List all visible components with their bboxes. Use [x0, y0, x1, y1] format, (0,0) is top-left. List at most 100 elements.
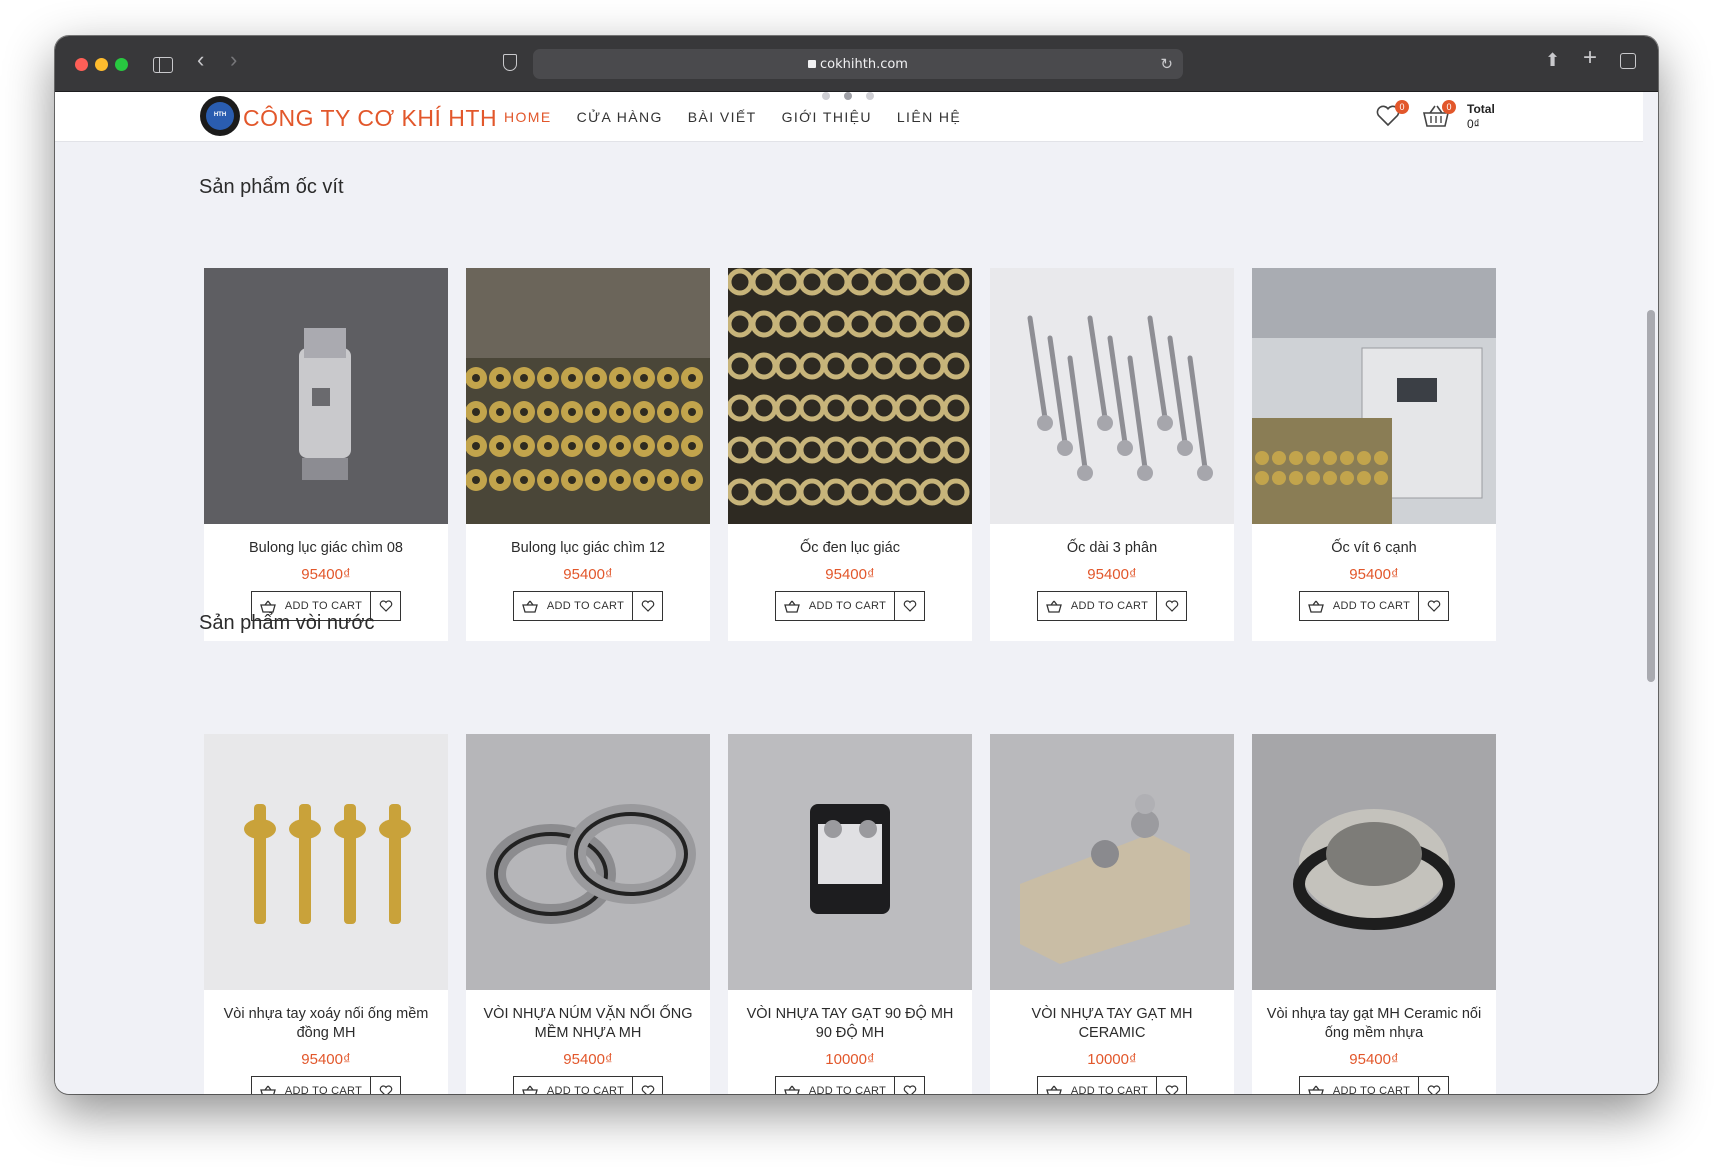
sidebar-toggle-icon[interactable] — [153, 57, 173, 73]
product-card[interactable]: Ốc đen lục giác 95400₫ ADD TO CART — [728, 268, 972, 641]
product-card[interactable]: VÒI NHỰA TAY GẠT MH CERAMIC 10000₫ ADD TO … — [990, 734, 1234, 1094]
product-card[interactable]: Vòi nhựa tay gạt MH Ceramic nối ống mềm … — [1252, 734, 1496, 1094]
heart-icon — [1427, 1085, 1440, 1094]
add-to-wishlist-button[interactable] — [895, 1076, 926, 1094]
add-to-wishlist-button[interactable] — [371, 1076, 402, 1094]
product-name[interactable]: Vòi nhựa tay gạt MH Ceramic nối ống mềm … — [1252, 1005, 1496, 1043]
minimize-window-button[interactable] — [95, 58, 108, 71]
add-to-cart-label: ADD TO CART — [1332, 1085, 1411, 1094]
add-to-cart-button[interactable]: ADD TO CART — [774, 1076, 896, 1094]
product-image[interactable] — [466, 268, 710, 524]
product-name[interactable]: Ốc dài 3 phân — [990, 539, 1234, 558]
heart-icon — [379, 1085, 392, 1094]
section-title-faucets: Sản phẩm vòi nước — [199, 612, 375, 634]
browser-window: ‹ › cokhihth.com ↻ ⬆ + CÔNG TY CƠ KHÍ HT… — [55, 36, 1658, 1094]
product-actions: ADD TO CART — [728, 1076, 972, 1094]
add-to-wishlist-button[interactable] — [633, 591, 664, 621]
product-card[interactable]: Ốc vít 6 cạnh 95400₫ ADD TO CART — [1252, 268, 1496, 641]
add-to-wishlist-button[interactable] — [1157, 1076, 1188, 1094]
product-name[interactable]: Vòi nhựa tay xoáy nối ống mềm đồng MH — [204, 1005, 448, 1043]
product-image[interactable] — [204, 734, 448, 990]
carousel-dot[interactable] — [822, 92, 830, 100]
add-to-cart-label: ADD TO CART — [808, 1085, 887, 1094]
cart-button[interactable]: 0 — [1422, 100, 1456, 130]
basket-icon — [783, 600, 800, 613]
product-image[interactable] — [1252, 734, 1496, 990]
add-to-cart-button[interactable]: ADD TO CART — [1036, 1076, 1158, 1094]
brand-name[interactable]: CÔNG TY CƠ KHÍ HTH — [243, 105, 497, 132]
wishlist-button[interactable]: 0 — [1375, 100, 1409, 130]
cart-total-label: Total — [1467, 102, 1495, 116]
product-image[interactable] — [466, 734, 710, 990]
basket-icon — [259, 600, 276, 613]
logo[interactable] — [200, 96, 240, 136]
product-name[interactable]: Ốc đen lục giác — [728, 539, 972, 558]
product-image[interactable] — [990, 268, 1234, 524]
add-to-cart-button[interactable]: ADD TO CART — [512, 1076, 634, 1094]
product-price: 95400₫ — [301, 566, 351, 583]
add-to-cart-button[interactable]: ADD TO CART — [1298, 1076, 1420, 1094]
product-image[interactable] — [728, 734, 972, 990]
add-to-cart-label: ADD TO CART — [1332, 600, 1411, 612]
browser-toolbar: ‹ › cokhihth.com ↻ ⬆ + — [55, 36, 1658, 92]
tab-overview-icon[interactable] — [1620, 53, 1636, 69]
forward-icon[interactable]: › — [230, 49, 237, 71]
reload-icon[interactable]: ↻ — [1160, 55, 1173, 73]
heart-icon — [641, 600, 654, 612]
add-to-wishlist-button[interactable] — [633, 1076, 664, 1094]
add-to-wishlist-button[interactable] — [1419, 591, 1450, 621]
heart-icon — [641, 1085, 654, 1094]
product-image[interactable] — [1252, 268, 1496, 524]
add-to-wishlist-button[interactable] — [371, 591, 402, 621]
new-tab-icon[interactable]: + — [1583, 46, 1597, 70]
add-to-cart-button[interactable]: ADD TO CART — [250, 1076, 372, 1094]
add-to-cart-button[interactable]: ADD TO CART — [1036, 591, 1158, 621]
page-scrollbar[interactable] — [1647, 310, 1655, 682]
product-name[interactable]: Bulong lục giác chìm 08 — [204, 539, 448, 558]
add-to-cart-button[interactable]: ADD TO CART — [512, 591, 634, 621]
back-icon[interactable]: ‹ — [197, 49, 204, 71]
product-grid-faucets: Vòi nhựa tay xoáy nối ống mềm đồng MH 954… — [204, 734, 1514, 1094]
add-to-cart-label: ADD TO CART — [546, 600, 625, 612]
carousel-dot[interactable] — [844, 92, 852, 100]
cart-total-value: 0₫ — [1467, 117, 1480, 131]
product-image[interactable] — [204, 268, 448, 524]
add-to-cart-button[interactable]: ADD TO CART — [774, 591, 896, 621]
privacy-shield-icon[interactable] — [503, 54, 517, 71]
basket-icon — [1307, 600, 1324, 613]
product-name[interactable]: Bulong lục giác chìm 12 — [466, 539, 710, 558]
add-to-cart-label: ADD TO CART — [284, 600, 363, 612]
add-to-wishlist-button[interactable] — [895, 591, 926, 621]
product-image[interactable] — [728, 268, 972, 524]
product-card[interactable]: Bulong lục giác chìm 08 95400₫ ADD TO CART — [204, 268, 448, 641]
nav-about[interactable]: GIỚI THIỆU — [782, 109, 872, 125]
product-price: 95400₫ — [1349, 1051, 1399, 1068]
product-name[interactable]: VÒI NHỰA TAY GẠT 90 ĐỘ MH 90 ĐỘ MH — [728, 1005, 972, 1043]
product-card[interactable]: VÒI NHỰA NÚM VẶN NỐI ỐNG MỀM NHỰA MH 9540… — [466, 734, 710, 1094]
add-to-cart-button[interactable]: ADD TO CART — [1298, 591, 1420, 621]
nav-blog[interactable]: BÀI VIẾT — [688, 109, 757, 125]
product-card[interactable]: Bulong lục giác chìm 12 95400₫ ADD TO CART — [466, 268, 710, 641]
lock-icon — [808, 60, 817, 68]
product-name[interactable]: Ốc vít 6 cạnh — [1252, 539, 1496, 558]
add-to-wishlist-button[interactable] — [1157, 591, 1188, 621]
product-image[interactable] — [990, 734, 1234, 990]
product-name[interactable]: VÒI NHỰA NÚM VẶN NỐI ỐNG MỀM NHỰA MH — [466, 1005, 710, 1043]
add-to-wishlist-button[interactable] — [1419, 1076, 1450, 1094]
section-title-screws: Sản phẩm ốc vít — [199, 176, 344, 198]
product-card[interactable]: Vòi nhựa tay xoáy nối ống mềm đồng MH 954… — [204, 734, 448, 1094]
basket-icon — [783, 1085, 800, 1094]
product-card[interactable]: Ốc dài 3 phân 95400₫ ADD TO CART — [990, 268, 1234, 641]
maximize-window-button[interactable] — [115, 58, 128, 71]
carousel-dot[interactable] — [866, 92, 874, 100]
nav-contact[interactable]: LIÊN HỆ — [897, 109, 961, 125]
product-price: 95400₫ — [1087, 566, 1137, 583]
product-card[interactable]: VÒI NHỰA TAY GẠT 90 ĐỘ MH 90 ĐỘ MH 10000₫… — [728, 734, 972, 1094]
address-bar[interactable]: cokhihth.com ↻ — [533, 49, 1183, 79]
share-icon[interactable]: ⬆ — [1545, 51, 1560, 69]
product-name[interactable]: VÒI NHỰA TAY GẠT MH CERAMIC — [990, 1005, 1234, 1043]
basket-icon — [521, 1085, 538, 1094]
nav-shop[interactable]: CỬA HÀNG — [577, 109, 663, 125]
close-window-button[interactable] — [75, 58, 88, 71]
nav-home[interactable]: HOME — [504, 109, 552, 125]
